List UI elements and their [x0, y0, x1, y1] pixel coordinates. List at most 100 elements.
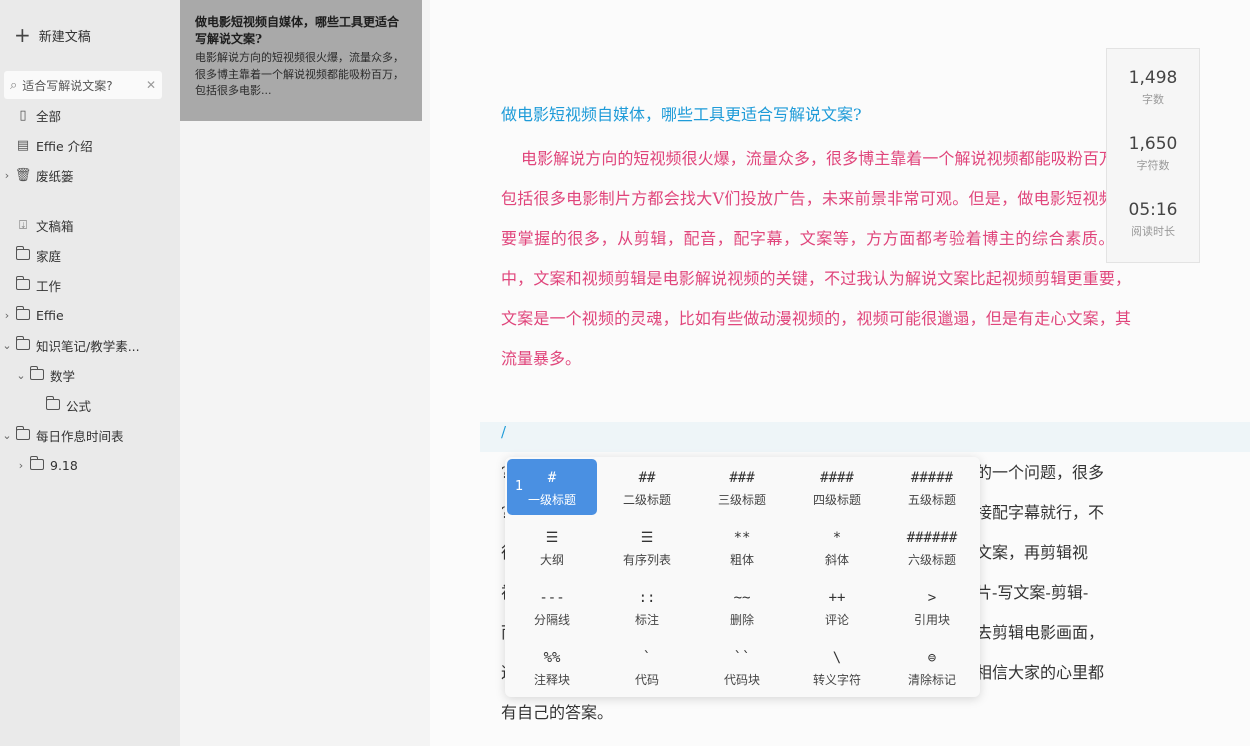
italic-symbol: * [832, 530, 842, 546]
sidebar: + 新建文稿 ⌕ 适合写解说文案? ✕ ▯ 全部 ▤ Effie 介绍 › 🗑 … [0, 0, 180, 746]
menu-heading-5[interactable]: ##### 五级标题 [887, 459, 977, 515]
document-card[interactable]: 做电影短视频自媒体，哪些工具更适合写解说文案? 电影解说方向的短视频很火爆，流量… [180, 0, 422, 121]
heading-5-symbol: ##### [910, 470, 954, 486]
menu-item-label: 分隔线 [533, 613, 570, 627]
folder-icon [44, 395, 62, 414]
sidebar-item-work[interactable]: 工作 [0, 272, 176, 298]
sidebar-item-knowledge-notes[interactable]: ⌄ 知识笔记/教学素... [0, 332, 176, 358]
current-line-highlight [480, 422, 1250, 452]
chevron-down-icon[interactable]: ⌄ [0, 429, 14, 442]
document-list: 做电影短视频自媒体，哪些工具更适合写解说文案? 电影解说方向的短视频很火爆，流量… [180, 0, 430, 746]
escape-symbol: \ [832, 650, 842, 666]
command-trigger-text[interactable]: / [501, 423, 506, 441]
menu-escape-char[interactable]: \ 转义字符 [792, 639, 882, 695]
sidebar-item-inbox[interactable]: ⍗ 文稿箱 [0, 212, 176, 238]
menu-clear-formatting[interactable]: ⊜ 清除标记 [887, 639, 977, 695]
menu-outline[interactable]: ☰ 大纲 [507, 519, 597, 575]
sidebar-item-label: 工作 [36, 278, 62, 294]
menu-item-label: 五级标题 [907, 493, 956, 507]
markdown-command-menu: 1 # 一级标题 ## 二级标题 ### 三级标题 #### 四级标题 ####… [505, 457, 980, 697]
sidebar-item-math[interactable]: ⌄ 数学 [14, 362, 190, 388]
stat-value: 1,650 [1128, 134, 1178, 154]
document-heading[interactable]: 做电影短视频自媒体，哪些工具更适合写解说文案? [501, 101, 862, 125]
sidebar-item-daily-schedule[interactable]: ⌄ 每日作息时间表 [0, 422, 176, 448]
sidebar-item-trash[interactable]: › 🗑 废纸篓 [0, 162, 176, 188]
text-line: 接配字幕就行，不 [976, 503, 1105, 522]
heading-2-symbol: ## [638, 470, 656, 486]
menu-comment-block[interactable]: %% 注释块 [507, 639, 597, 695]
menu-item-label: 代码块 [723, 673, 760, 687]
search-input[interactable]: ⌕ 适合写解说文案? ✕ [4, 71, 162, 99]
menu-item-label: 大纲 [539, 553, 564, 567]
sidebar-item-family[interactable]: 家庭 [0, 242, 176, 268]
menu-item-label: 有序列表 [622, 553, 671, 567]
menu-item-label: 二级标题 [622, 493, 671, 507]
menu-heading-2[interactable]: ## 二级标题 [602, 459, 692, 515]
text-line: 片-写文案-剪辑- [976, 583, 1089, 602]
menu-ordered-list[interactable]: ☰ 有序列表 [602, 519, 692, 575]
chevron-right-icon[interactable]: › [14, 459, 28, 472]
sidebar-item-effie[interactable]: › Effie [0, 302, 176, 328]
menu-strikethrough[interactable]: ~~ 删除 [697, 579, 787, 635]
sidebar-item-label: 全部 [36, 108, 62, 124]
document-icon: ▤ [16, 137, 30, 153]
document-card-preview: 电影解说方向的短视频很火爆，流量众多，很多博主靠着一个解说视频都能吸粉百万，包括… [195, 51, 404, 97]
search-text: 适合写解说文案? [22, 78, 113, 93]
sidebar-item-label: Effie [36, 307, 64, 323]
chevron-right-icon[interactable]: › [0, 169, 14, 182]
menu-italic[interactable]: * 斜体 [792, 519, 882, 575]
menu-annotation[interactable]: :: 标注 [602, 579, 692, 635]
stat-word-count: 1,498 字数 [1107, 68, 1199, 107]
folder-icon [14, 305, 32, 324]
sidebar-item-9-18[interactable]: › 9.18 [14, 452, 190, 478]
divider-symbol: --- [539, 590, 565, 606]
heading-4-symbol: #### [820, 470, 854, 486]
stat-value: 1,498 [1128, 68, 1178, 88]
stat-label: 字数 [1142, 93, 1164, 106]
sidebar-item-label: 废纸篓 [36, 168, 74, 184]
sidebar-item-label: 家庭 [36, 248, 62, 264]
folder-icon [14, 275, 32, 294]
pink-paragraph[interactable]: 电影解说方向的短视频很火爆，流量众多，很多博主靠着一个解说视频都能吸粉百万，包括… [501, 139, 1131, 379]
document-card-title: 做电影短视频自媒体，哪些工具更适合写解说文案? [195, 15, 400, 46]
strikethrough-symbol: ~~ [733, 590, 751, 606]
chevron-down-icon[interactable]: ⌄ [0, 339, 14, 352]
clear-format-icon: ⊜ [927, 650, 937, 666]
stat-char-count: 1,650 字符数 [1107, 134, 1199, 173]
comment-block-symbol: %% [543, 650, 561, 666]
new-document-button[interactable]: + 新建文稿 [14, 24, 91, 46]
word-count-panel: 1,498 字数 1,650 字符数 05:16 阅读时长 [1106, 48, 1200, 263]
menu-heading-4[interactable]: #### 四级标题 [792, 459, 882, 515]
menu-heading-1[interactable]: 1 # 一级标题 [507, 459, 597, 515]
menu-inline-code[interactable]: ` 代码 [602, 639, 692, 695]
menu-item-label: 三级标题 [717, 493, 766, 507]
menu-quote-block[interactable]: > 引用块 [887, 579, 977, 635]
stat-label: 阅读时长 [1131, 225, 1175, 238]
menu-item-label: 引用块 [913, 613, 950, 627]
menu-comment[interactable]: ++ 评论 [792, 579, 882, 635]
text-line: 相信大家的心里都 [976, 663, 1105, 682]
sidebar-item-all[interactable]: ▯ 全部 [0, 102, 176, 128]
code-block-symbol: `` [733, 650, 751, 666]
chevron-right-icon[interactable]: › [0, 309, 14, 322]
code-symbol: ` [642, 650, 652, 666]
comment-symbol: ++ [828, 590, 846, 606]
chevron-down-icon[interactable]: ⌄ [14, 369, 28, 382]
stat-value: 05:16 [1128, 200, 1178, 220]
heading-3-symbol: ### [729, 470, 755, 486]
stat-label: 字符数 [1136, 159, 1170, 172]
bold-symbol: ** [733, 530, 751, 546]
menu-heading-3[interactable]: ### 三级标题 [697, 459, 787, 515]
menu-code-block[interactable]: `` 代码块 [697, 639, 787, 695]
menu-item-label: 删除 [729, 613, 754, 627]
sidebar-item-effie-intro[interactable]: ▤ Effie 介绍 [0, 132, 176, 158]
notebook-icon: ▯ [19, 107, 27, 123]
sidebar-item-label: 每日作息时间表 [36, 428, 124, 444]
menu-item-label: 转义字符 [812, 673, 861, 687]
clear-search-icon[interactable]: ✕ [146, 78, 156, 92]
menu-divider[interactable]: --- 分隔线 [507, 579, 597, 635]
menu-heading-6[interactable]: ###### 六级标题 [887, 519, 977, 575]
menu-item-label: 注释块 [533, 673, 570, 687]
menu-bold[interactable]: ** 粗体 [697, 519, 787, 575]
folder-icon [28, 455, 46, 474]
